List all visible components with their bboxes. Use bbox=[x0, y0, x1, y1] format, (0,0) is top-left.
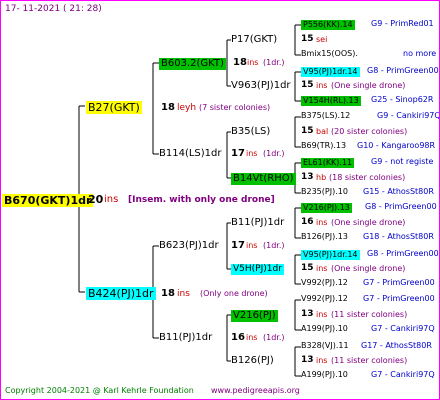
gen4-bottom-name-7[interactable]: A199(PJ).10 bbox=[301, 371, 348, 379]
gen1-ins-label-0: leyh bbox=[177, 103, 197, 113]
gen2-queen-name-2[interactable]: B623(PJ)1dr bbox=[159, 241, 219, 251]
root-ins-note: [Insem. with only one drone] bbox=[128, 195, 275, 205]
gen4-ins-label-2: bal bbox=[316, 127, 329, 136]
gen4-top-name-2[interactable]: B375(LS).12 bbox=[301, 112, 350, 120]
gen4-top-info-3: G9 - not registe bbox=[371, 157, 434, 166]
gen4-ins-num-3: 13 bbox=[301, 172, 314, 182]
gen4-bottom-info-1: G25 - Sinop62R bbox=[371, 95, 434, 104]
gen4-ins-note-5: (One single drone) bbox=[331, 264, 406, 273]
gen4-ins-note-1: (One single drone) bbox=[331, 81, 406, 90]
gen4-top-name-6[interactable]: V992(PJ).12 bbox=[301, 295, 348, 303]
gen1-ins-num-1: 18 bbox=[161, 288, 175, 299]
gen2-ins-note-2: (1dr.) bbox=[263, 241, 285, 250]
gen4-top-info-1: G8 - PrimGreen00 bbox=[367, 66, 439, 75]
gen4-top-name-3[interactable]: EL61(KK).11 bbox=[301, 158, 355, 168]
gen2-ins-num-0: 18 bbox=[233, 57, 247, 68]
gen2-ins-label-3: ins bbox=[246, 333, 258, 342]
gen4-bottom-name-6[interactable]: A199(PJ).10 bbox=[301, 325, 348, 333]
gen1-queen-name-1[interactable]: B424(PJ)1dr bbox=[86, 287, 156, 300]
gen4-ins-num-7: 13 bbox=[301, 355, 314, 365]
gen4-top-name-7[interactable]: B328(VJ).11 bbox=[301, 342, 349, 350]
gen4-top-info-2: G9 - Cankiri97Q bbox=[377, 111, 440, 120]
gen4-ins-num-0: 15 bbox=[301, 34, 314, 44]
gen2-ins-note-1: (1dr.) bbox=[263, 149, 285, 158]
gen2-ins-num-3: 16 bbox=[231, 332, 245, 343]
gen4-top-info-0: G9 - PrimRed01 bbox=[371, 19, 434, 28]
gen3-queen-name-0[interactable]: P17(GKT) bbox=[231, 35, 277, 45]
gen4-bottom-info-5: G7 - PrimGreen00 bbox=[363, 278, 435, 287]
gen4-bottom-name-2[interactable]: B69(TR).13 bbox=[301, 142, 346, 150]
gen4-bottom-info-7: G7 - Cankiri97Q bbox=[371, 370, 435, 379]
gen3-queen-name-3[interactable]: B14Vt(RHO) bbox=[231, 173, 296, 185]
gen4-bottom-name-3[interactable]: B235(PJ).10 bbox=[301, 188, 348, 196]
gen4-ins-note-4: (One single drone) bbox=[331, 218, 406, 227]
gen4-ins-label-1: ins bbox=[316, 81, 328, 90]
gen3-queen-name-6[interactable]: V216(PJ) bbox=[231, 310, 278, 322]
gen4-bottom-name-1[interactable]: V154H(RL).13 bbox=[301, 96, 361, 106]
gen3-queen-name-2[interactable]: B35(LS) bbox=[231, 127, 270, 137]
gen2-ins-label-1: ins bbox=[246, 149, 258, 158]
gen4-top-info-4: G8 - PrimGreen00 bbox=[365, 202, 437, 211]
gen3-queen-name-1[interactable]: V963(PJ)1dr bbox=[231, 81, 291, 91]
gen4-bottom-info-3: G15 - AthosSt80R bbox=[363, 187, 434, 196]
pedigree-frame: 17- 11-2021 ( 21: 28) Copyright 2004-202… bbox=[0, 0, 440, 400]
gen4-ins-label-5: ins bbox=[316, 264, 328, 273]
gen3-queen-name-5[interactable]: V5H(PJ)1dr bbox=[231, 264, 284, 275]
gen4-bottom-name-5[interactable]: V992(PJ).12 bbox=[301, 279, 348, 287]
copyright-text: Copyright 2004-2021 @ Karl Kehrle Founda… bbox=[5, 386, 194, 395]
gen2-ins-label-0: ins bbox=[247, 58, 259, 67]
gen4-ins-num-5: 15 bbox=[301, 263, 314, 273]
gen4-bottom-info-2: G10 - Kangaroo98R bbox=[357, 141, 436, 150]
gen4-top-name-5[interactable]: V95(PJ)1dr.14 bbox=[301, 250, 360, 260]
gen4-ins-label-6: ins bbox=[316, 310, 328, 319]
gen4-top-name-0[interactable]: P556(KK).14 bbox=[301, 20, 355, 30]
gen4-ins-num-2: 15 bbox=[301, 126, 314, 136]
gen4-top-info-6: G7 - PrimGreen00 bbox=[363, 294, 435, 303]
gen2-queen-name-1[interactable]: B114(LS)1dr bbox=[159, 149, 222, 159]
gen4-ins-label-0: sei bbox=[316, 35, 328, 44]
site-link[interactable]: www.pedigreeapis.org bbox=[211, 387, 300, 395]
report-date: 17- 11-2021 ( 21: 28) bbox=[5, 4, 102, 14]
gen4-ins-note-2: (20 sister colonies) bbox=[331, 127, 408, 136]
gen2-ins-label-2: ins bbox=[246, 241, 258, 250]
root-ins-label: ins bbox=[104, 194, 119, 205]
gen2-queen-name-3[interactable]: B11(PJ)1dr bbox=[159, 333, 212, 343]
gen4-ins-num-4: 16 bbox=[301, 217, 314, 227]
gen4-top-info-7: G17 - AthosSt80R bbox=[361, 341, 432, 350]
gen3-queen-name-4[interactable]: B11(PJ)1dr bbox=[231, 218, 284, 228]
gen1-ins-num-0: 18 bbox=[161, 102, 175, 113]
gen2-queen-name-0[interactable]: B603.2(GKT) bbox=[159, 58, 226, 70]
gen1-ins-note-1: (Only one drone) bbox=[200, 289, 268, 298]
gen4-bottom-name-4[interactable]: B126(PJ).13 bbox=[301, 233, 348, 241]
gen2-ins-note-3: (1dr.) bbox=[263, 333, 285, 342]
gen2-ins-num-2: 17 bbox=[231, 240, 245, 251]
root-ins-num: 20 bbox=[88, 193, 104, 206]
gen4-ins-num-1: 15 bbox=[301, 80, 314, 90]
gen4-bottom-info-4: G18 - AthosSt80R bbox=[363, 232, 434, 241]
gen4-ins-label-7: ins bbox=[316, 356, 328, 365]
gen2-ins-note-0: (1dr.) bbox=[263, 58, 285, 67]
gen4-bottom-name-0[interactable]: Bmix15(OOS). bbox=[301, 50, 358, 58]
gen4-ins-note-3: (18 sister colonies) bbox=[329, 173, 406, 182]
gen4-bottom-info-6: G7 - Cankiri97Q bbox=[371, 324, 435, 333]
gen4-ins-note-7: (11 sister colonies) bbox=[331, 356, 408, 365]
gen4-top-info-5: G8 - PrimGreen00 bbox=[367, 249, 439, 258]
gen4-bottom-info-0: no more bbox=[403, 49, 437, 58]
gen4-ins-num-6: 13 bbox=[301, 309, 314, 319]
root-queen-name[interactable]: B670(GKT)1dr bbox=[2, 194, 94, 207]
gen4-top-name-4[interactable]: V216(PJ).13 bbox=[301, 203, 352, 213]
gen1-ins-note-0: (7 sister colonies) bbox=[199, 103, 271, 112]
gen2-ins-num-1: 17 bbox=[231, 148, 245, 159]
gen4-ins-label-4: ins bbox=[316, 218, 328, 227]
gen4-ins-label-3: hb bbox=[316, 173, 327, 182]
gen4-top-name-1[interactable]: V95(PJ)1dr.14 bbox=[301, 67, 360, 77]
gen3-queen-name-7[interactable]: B126(PJ) bbox=[231, 356, 274, 366]
gen1-ins-label-1: ins bbox=[177, 289, 190, 299]
gen1-queen-name-0[interactable]: B27(GKT) bbox=[86, 101, 142, 114]
gen4-ins-note-6: (11 sister colonies) bbox=[331, 310, 408, 319]
